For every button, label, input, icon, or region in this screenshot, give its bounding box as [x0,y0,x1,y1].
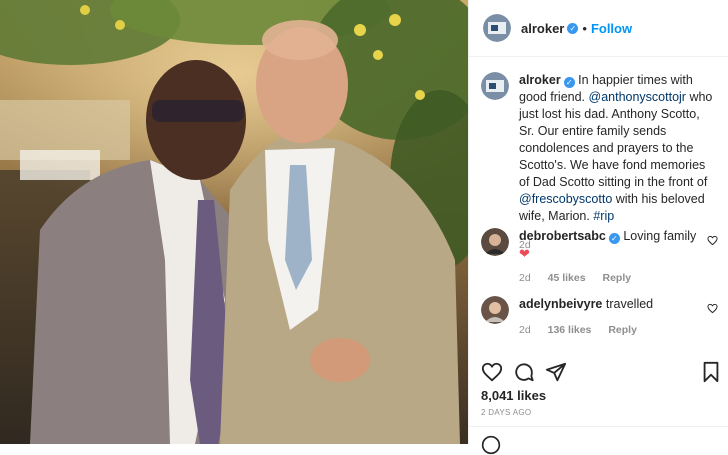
heart-icon[interactable] [481,361,503,383]
share-icon[interactable] [545,361,567,383]
comment-likes[interactable]: 45 likes [548,272,586,284]
avatar-image [481,296,509,324]
verified-icon: ✓ [563,77,575,88]
avatar[interactable] [483,14,511,42]
hashtag-link[interactable]: #rip [593,209,614,223]
avatar[interactable] [481,228,509,256]
avatar[interactable] [481,72,509,100]
comment-age[interactable]: 2d [519,272,531,284]
follow-button[interactable]: Follow [591,21,632,36]
reply-button[interactable]: Reply [608,324,637,336]
comment-like-heart-icon[interactable] [707,235,718,246]
avatar-image [481,72,509,100]
comment-text: travelled [605,297,654,311]
avatar[interactable] [481,296,509,324]
comment-icon[interactable] [513,361,535,383]
emoji-icon[interactable] [481,435,501,455]
post-author-username[interactable]: alroker [521,21,564,36]
caption: alroker ✓ In happier times with good frie… [481,72,718,254]
verified-icon: ✓ [608,233,620,244]
mention-link[interactable]: @frescobyscotto [519,192,612,206]
red-heart-emoji: ❤ [519,246,530,261]
comment-likes[interactable]: 136 likes [548,324,592,336]
comment-username[interactable]: debrobertsabc [519,229,606,243]
avatar-image [481,228,509,256]
comment-username[interactable]: adelynbeivyre [519,297,602,311]
comment: adelynbeivyre travelled 2d 136 likes Rep… [481,296,718,339]
caption-username[interactable]: alroker [519,73,561,87]
bookmark-icon[interactable] [701,361,721,383]
post-age[interactable]: 2 DAYS AGO [481,408,531,417]
post-photo[interactable] [0,0,468,444]
divider [469,426,728,427]
post-header: alroker ✓ • Follow [469,0,728,57]
avatar-image [483,14,511,42]
mention-link[interactable]: @anthonyscottojr [589,90,686,104]
verified-icon: ✓ [567,22,579,34]
comment-like-heart-icon[interactable] [707,303,718,314]
action-bar [481,361,721,385]
comment: debrobertsabc ✓ Loving family ❤ 2d 45 lik… [481,228,718,287]
separator-dot: • [582,20,587,36]
comment-age[interactable]: 2d [519,324,531,336]
post-photo-illustration [0,0,468,444]
caption-text: who just lost his dad. Anthony Scotto, S… [519,90,713,189]
reply-button[interactable]: Reply [602,272,631,284]
likes-count[interactable]: 8,041 likes [481,388,546,403]
comment-text: Loving family [623,229,697,243]
post-panel: alroker ✓ • Follow alroker ✓ In happier t… [468,0,728,455]
